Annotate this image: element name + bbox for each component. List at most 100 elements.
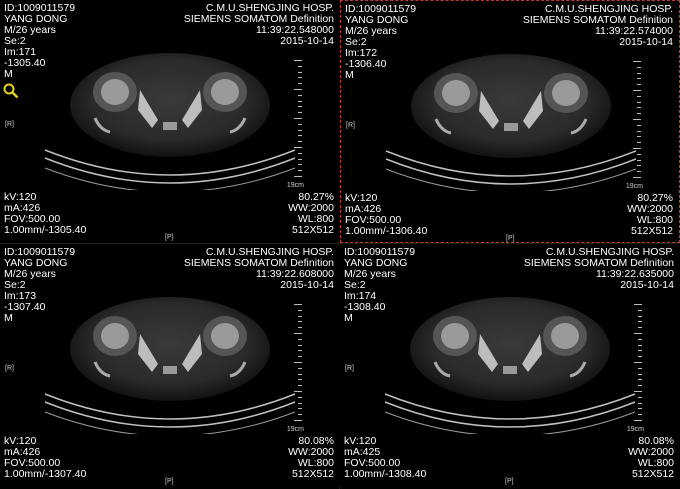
right-side-marker: [R] xyxy=(345,365,354,372)
ruler-tick xyxy=(294,362,302,363)
ruler-tick xyxy=(633,61,641,62)
ruler-tick xyxy=(638,373,642,375)
ruler-tick xyxy=(298,414,302,416)
ruler-tick xyxy=(298,321,302,323)
acquisition-date: 2015-10-14 xyxy=(280,279,334,291)
acquisition-date: 2015-10-14 xyxy=(280,35,334,47)
acquisition-date: 2015-10-14 xyxy=(620,279,674,291)
ruler-tick xyxy=(634,304,642,305)
ruler-tick xyxy=(298,396,302,398)
posterior-marker: [P] xyxy=(506,235,515,242)
ruler-tick xyxy=(638,402,642,404)
ruler-tick xyxy=(298,344,302,346)
ruler-tick xyxy=(298,408,302,410)
ruler-tick xyxy=(294,118,302,119)
ruler-tick xyxy=(298,158,302,160)
ruler-tick xyxy=(298,65,302,67)
ruler-tick xyxy=(298,71,302,73)
ruler-tick xyxy=(638,327,642,329)
ruler-tick xyxy=(298,338,302,340)
ruler-tick xyxy=(298,83,302,85)
posterior-marker: [P] xyxy=(165,234,174,241)
ruler-tick xyxy=(638,338,642,340)
ruler-tick xyxy=(298,94,302,96)
ruler-tick xyxy=(298,100,302,102)
slice-thickness: 1.00mm/-1306.40 xyxy=(345,225,428,237)
ruler-tick xyxy=(637,72,641,74)
matrix-size: 512X512 xyxy=(631,468,674,480)
ruler-tick xyxy=(298,112,302,114)
ruler-tick xyxy=(298,315,302,317)
scale-label: 19cm xyxy=(286,182,304,189)
scale-ruler xyxy=(294,304,302,422)
ruler-tick xyxy=(637,165,641,167)
ruler-tick xyxy=(637,84,641,86)
ruler-tick xyxy=(633,119,641,120)
matrix-size: 512X512 xyxy=(291,468,334,480)
matrix-size: 512X512 xyxy=(630,225,673,237)
ruler-tick xyxy=(294,420,302,421)
ruler-tick xyxy=(298,129,302,131)
ruler-tick xyxy=(633,177,641,178)
ruler-tick xyxy=(638,315,642,317)
ruler-tick xyxy=(638,385,642,387)
ruler-tick xyxy=(638,344,642,346)
ruler-tick xyxy=(294,60,302,61)
ct-axial-image xyxy=(44,53,296,190)
slice-thickness: 1.00mm/-1308.40 xyxy=(344,468,427,480)
ruler-tick xyxy=(638,379,642,381)
ct-viewport-1[interactable]: ID:1009011579 YANG DONG M/26 years Se:2 Im:1… xyxy=(0,0,340,243)
ct-axial-image xyxy=(384,297,636,434)
right-side-marker: [R] xyxy=(5,365,14,372)
orientation-label: M xyxy=(345,69,354,81)
orientation-label: M xyxy=(4,312,13,324)
ruler-tick xyxy=(294,333,302,334)
ruler-tick xyxy=(638,414,642,416)
ruler-tick xyxy=(633,148,641,149)
ruler-tick xyxy=(638,321,642,323)
ruler-tick xyxy=(294,147,302,148)
slice-thickness: 1.00mm/-1305.40 xyxy=(4,224,87,236)
ct-viewport-4[interactable]: ID:1009011579 YANG DONG M/26 years Se:2 Im:1… xyxy=(340,244,680,487)
matrix-size: 512X512 xyxy=(291,224,334,236)
ct-viewport-2[interactable]: ID:1009011579 YANG DONG M/26 years Se:2 Im:1… xyxy=(340,0,680,243)
ruler-tick xyxy=(638,396,642,398)
ruler-tick xyxy=(637,136,641,138)
ruler-tick xyxy=(637,66,641,68)
ruler-tick xyxy=(637,95,641,97)
orientation-label: M xyxy=(4,68,13,80)
scale-ruler xyxy=(294,60,302,178)
ct-axial-image xyxy=(44,297,296,434)
ruler-tick xyxy=(637,107,641,109)
slice-thickness: 1.00mm/-1307.40 xyxy=(4,468,87,480)
scale-label: 19cm xyxy=(626,426,644,433)
ruler-tick xyxy=(634,391,642,392)
ruler-tick xyxy=(294,391,302,392)
ruler-tick xyxy=(298,135,302,137)
ct-viewport-3[interactable]: ID:1009011579 YANG DONG M/26 years Se:2 Im:1… xyxy=(0,244,340,487)
acquisition-date: 2015-10-14 xyxy=(619,36,673,48)
scale-ruler xyxy=(633,61,641,179)
right-side-marker: [R] xyxy=(5,121,14,128)
scale-ruler xyxy=(634,304,642,422)
ruler-tick xyxy=(298,77,302,79)
ruler-tick xyxy=(298,106,302,108)
ruler-tick xyxy=(634,362,642,363)
ruler-tick xyxy=(637,171,641,173)
ruler-tick xyxy=(298,164,302,166)
ruler-tick xyxy=(637,78,641,80)
ruler-tick xyxy=(298,356,302,358)
ruler-tick xyxy=(298,170,302,172)
ruler-tick xyxy=(637,101,641,103)
ruler-tick xyxy=(294,176,302,177)
ruler-tick xyxy=(638,309,642,311)
magnifier-icon[interactable] xyxy=(3,83,19,99)
ruler-tick xyxy=(298,141,302,143)
ruler-tick xyxy=(298,402,302,404)
posterior-marker: [P] xyxy=(505,478,514,485)
ruler-tick xyxy=(637,130,641,132)
ruler-tick xyxy=(298,379,302,381)
ruler-tick xyxy=(638,356,642,358)
ruler-tick xyxy=(634,333,642,334)
ruler-tick xyxy=(637,153,641,155)
